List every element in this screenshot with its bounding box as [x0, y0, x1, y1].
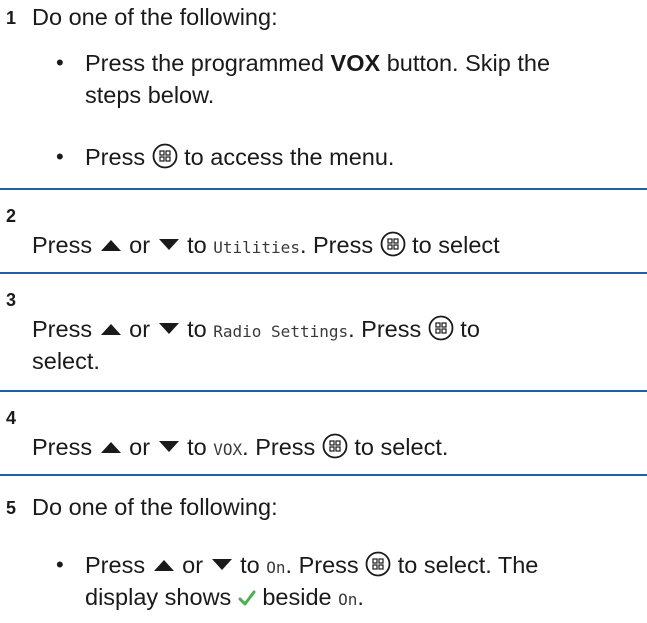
bullet: •: [56, 144, 64, 169]
bullet: •: [56, 552, 64, 577]
divider: [0, 188, 647, 190]
down-arrow-icon: [158, 239, 179, 250]
menu-ok-icon: [380, 231, 406, 257]
step-number: 1: [6, 8, 17, 28]
bullet: •: [56, 50, 64, 75]
up-arrow-icon: [100, 442, 121, 453]
divider: [0, 390, 647, 392]
bullet-text: Press the programmed VOX button. Skip th…: [85, 50, 551, 76]
divider: [0, 474, 647, 476]
menu-item-utilities: Utilities: [213, 238, 300, 257]
menu-item-on: On: [266, 558, 286, 577]
menu-item-on: On: [338, 590, 358, 609]
step-number: 4: [6, 408, 17, 428]
step-number: 5: [6, 498, 17, 518]
bullet-text: Press to access the menu.: [85, 143, 395, 170]
step-text: Press or to VOX. Press to select.: [32, 433, 449, 460]
step-text: Press or to Utilities. Press to select: [32, 231, 500, 258]
bullet-text: steps below.: [85, 82, 215, 108]
step-text: select.: [32, 348, 100, 374]
vox-button-label: VOX: [330, 50, 381, 76]
step-number: 2: [6, 206, 17, 226]
step-number: 3: [6, 290, 17, 310]
divider: [0, 272, 647, 274]
menu-ok-icon: [365, 551, 391, 577]
step-text: Do one of the following:: [32, 494, 278, 520]
down-arrow-icon: [158, 323, 179, 334]
down-arrow-icon: [158, 441, 179, 452]
checkmark-icon: [238, 590, 256, 606]
down-arrow-icon: [211, 559, 232, 570]
step-text: Do one of the following:: [32, 4, 278, 30]
up-arrow-icon: [100, 324, 121, 335]
menu-ok-icon: [152, 143, 178, 169]
menu-item-radio-settings: Radio Settings: [213, 322, 349, 341]
step-text: Press or to Radio Settings. Press to: [32, 315, 480, 342]
bullet-text: display shows beside On.: [85, 584, 364, 610]
menu-ok-icon: [322, 433, 348, 459]
menu-ok-icon: [428, 315, 454, 341]
up-arrow-icon: [100, 240, 121, 251]
bullet-text: Press or to On. Press to select. The: [85, 551, 539, 578]
up-arrow-icon: [153, 560, 174, 571]
menu-item-vox: VOX: [213, 440, 243, 459]
